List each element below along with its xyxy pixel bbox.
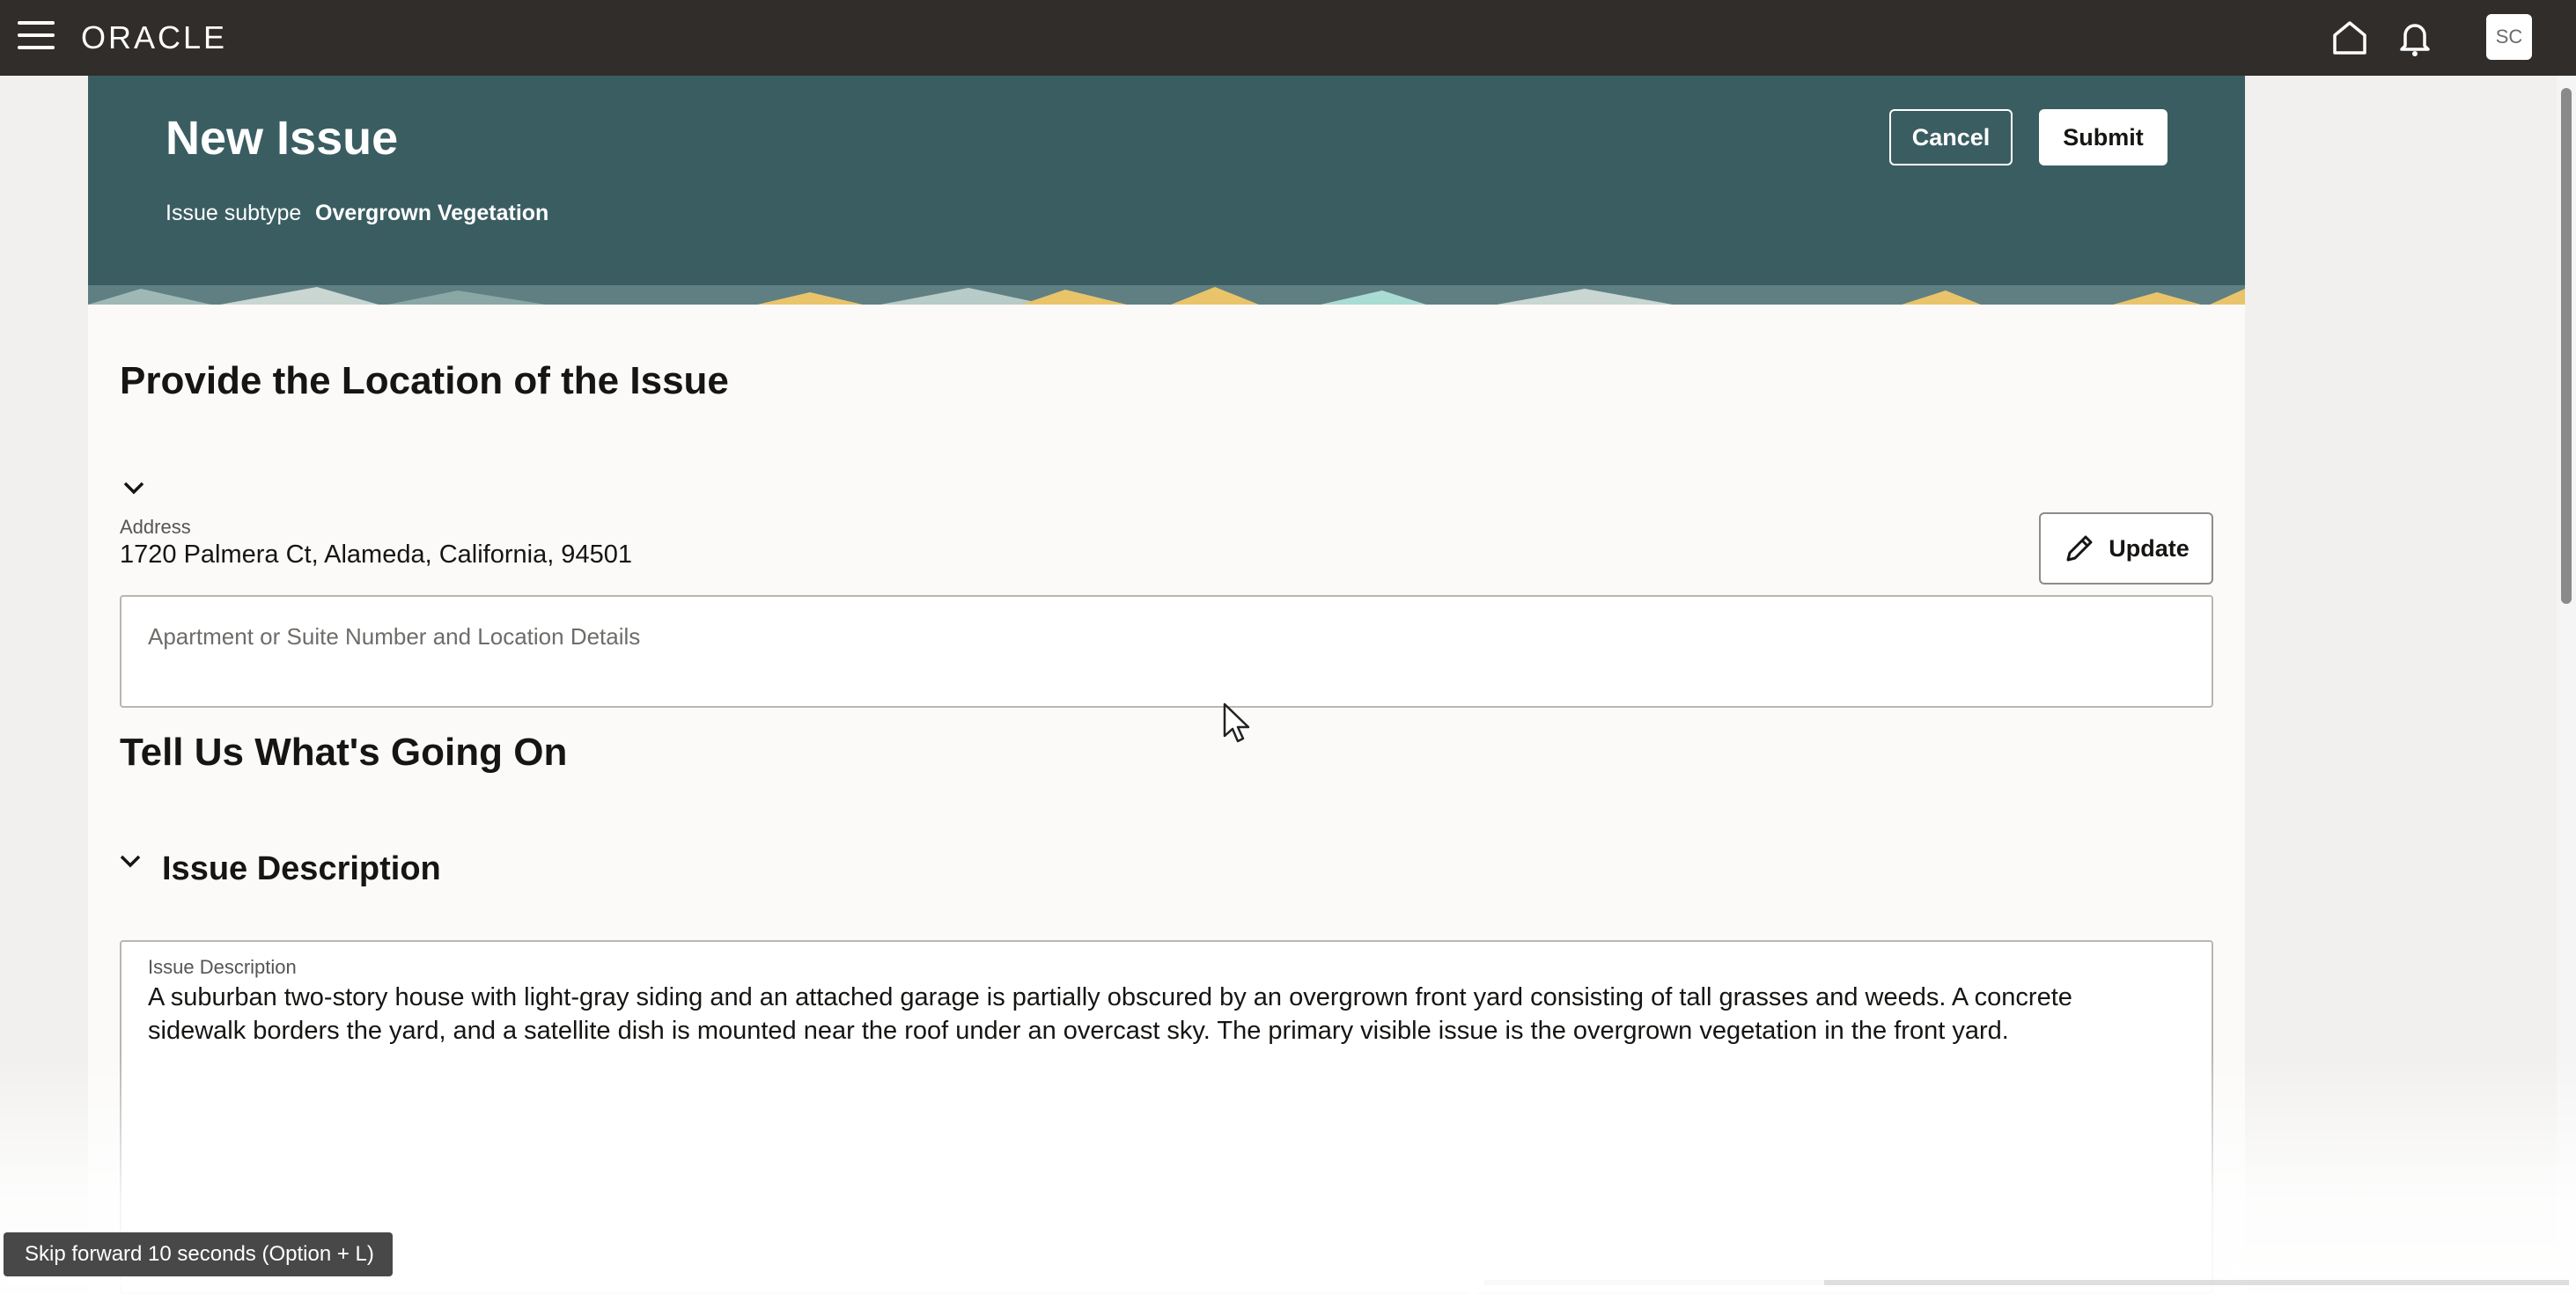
submit-button[interactable]: Submit <box>2039 109 2168 165</box>
address-value: 1720 Palmera Ct, Alameda, California, 94… <box>120 540 632 569</box>
mouse-cursor-icon <box>1223 702 1250 743</box>
skip-forward-tooltip: Skip forward 10 seconds (Option + L) <box>4 1232 393 1276</box>
pencil-icon <box>2066 535 2093 562</box>
issue-description-subsection-title[interactable]: Issue Description <box>162 850 441 888</box>
issue-subtype-label: Issue subtype <box>166 201 302 225</box>
whats-going-on-section-title: Tell Us What's Going On <box>120 731 568 774</box>
chevron-down-icon[interactable] <box>114 845 146 877</box>
update-button-label: Update <box>2109 534 2190 562</box>
issue-description-field[interactable]: Issue Description A suburban two-story h… <box>120 940 2213 1294</box>
page-scrollbar[interactable] <box>2557 76 2576 1273</box>
home-icon[interactable] <box>2328 16 2372 60</box>
video-progress-buffered <box>1472 1280 1824 1285</box>
user-avatar[interactable]: SC <box>2486 14 2532 60</box>
update-address-button[interactable]: Update <box>2039 512 2213 585</box>
page-title: New Issue <box>166 112 399 165</box>
location-details-placeholder: Apartment or Suite Number and Location D… <box>148 623 641 650</box>
hamburger-menu-icon[interactable] <box>18 21 55 53</box>
chevron-down-icon[interactable] <box>118 472 150 504</box>
new-issue-card: New Issue Issue subtype Overgrown Vegeta… <box>88 76 2245 1294</box>
video-progress-played <box>7 1280 1472 1285</box>
notifications-bell-icon[interactable] <box>2393 16 2437 60</box>
issue-description-text[interactable]: A suburban two-story house with light-gr… <box>148 981 2159 1048</box>
page-header-banner: New Issue Issue subtype Overgrown Vegeta… <box>88 76 2245 305</box>
location-section-title: Provide the Location of the Issue <box>120 359 729 402</box>
video-progress-handle[interactable] <box>1461 1271 1484 1294</box>
oracle-logo: ORACLE <box>81 19 228 55</box>
location-details-field[interactable]: Apartment or Suite Number and Location D… <box>120 595 2213 708</box>
decorative-pattern-strip <box>88 285 2245 305</box>
issue-subtype-value: Overgrown Vegetation <box>315 201 549 225</box>
global-header: ORACLE SC <box>0 0 2576 76</box>
issue-description-label: Issue Description <box>148 956 297 978</box>
cancel-button[interactable]: Cancel <box>1889 109 2013 165</box>
address-label: Address <box>120 516 191 538</box>
scrollbar-thumb[interactable] <box>2561 88 2572 604</box>
